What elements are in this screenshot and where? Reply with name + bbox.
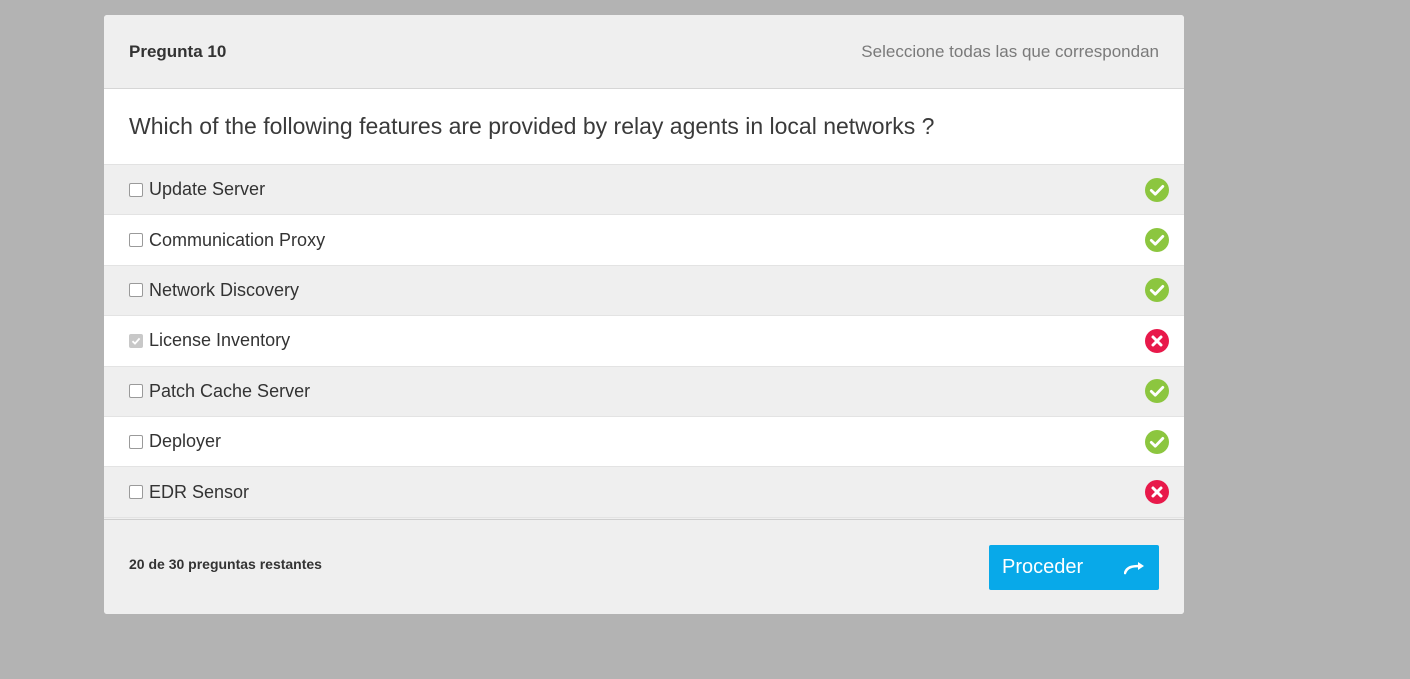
option-license-inventory[interactable]: License Inventory — [104, 316, 1184, 367]
option-label: Network Discovery — [149, 279, 300, 300]
option-checkbox[interactable] — [129, 384, 143, 399]
option-checkbox[interactable] — [129, 434, 143, 449]
option-checkbox[interactable] — [129, 333, 143, 348]
option-checkbox[interactable] — [129, 485, 143, 500]
check-circle-icon — [1145, 278, 1169, 303]
question-number: Pregunta 10 — [129, 41, 227, 61]
proceed-label: Proceder — [1002, 556, 1084, 578]
options-list: Update Server Communication Proxy Networ… — [104, 165, 1184, 518]
check-circle-icon — [1145, 228, 1169, 253]
option-label: EDR Sensor — [149, 481, 250, 502]
option-label: Patch Cache Server — [149, 380, 311, 401]
check-circle-icon — [1145, 177, 1169, 202]
x-circle-icon — [1145, 328, 1169, 353]
option-label: Deployer — [149, 431, 222, 452]
option-label: Communication Proxy — [149, 229, 326, 250]
questions-remaining: 20 de 30 preguntas restantes — [129, 556, 322, 572]
option-deployer[interactable]: Deployer — [104, 416, 1184, 468]
option-patch-cache-server[interactable]: Patch Cache Server — [104, 366, 1184, 417]
option-network-discovery[interactable]: Network Discovery — [104, 265, 1184, 317]
option-update-server[interactable]: Update Server — [104, 165, 1184, 216]
option-checkbox[interactable] — [129, 233, 143, 248]
option-checkbox[interactable] — [129, 283, 143, 298]
check-circle-icon — [1145, 429, 1169, 454]
option-edr-sensor[interactable]: EDR Sensor — [104, 467, 1184, 518]
option-label: License Inventory — [149, 330, 291, 351]
arrow-right-icon — [1124, 561, 1146, 575]
option-checkbox[interactable] — [129, 182, 143, 197]
question-footer: 20 de 30 preguntas restantes Proceder — [104, 519, 1184, 614]
question-card: Pregunta 10 Seleccione todas las que cor… — [104, 15, 1184, 614]
question-text: Which of the following features are prov… — [104, 89, 1184, 165]
proceed-button[interactable]: Proceder — [989, 545, 1159, 590]
question-instruction: Seleccione todas las que correspondan — [861, 41, 1159, 61]
option-communication-proxy[interactable]: Communication Proxy — [104, 215, 1184, 266]
x-circle-icon — [1145, 480, 1169, 505]
question-header: Pregunta 10 Seleccione todas las que cor… — [104, 15, 1184, 89]
check-circle-icon — [1145, 379, 1169, 404]
option-label: Update Server — [149, 179, 266, 200]
